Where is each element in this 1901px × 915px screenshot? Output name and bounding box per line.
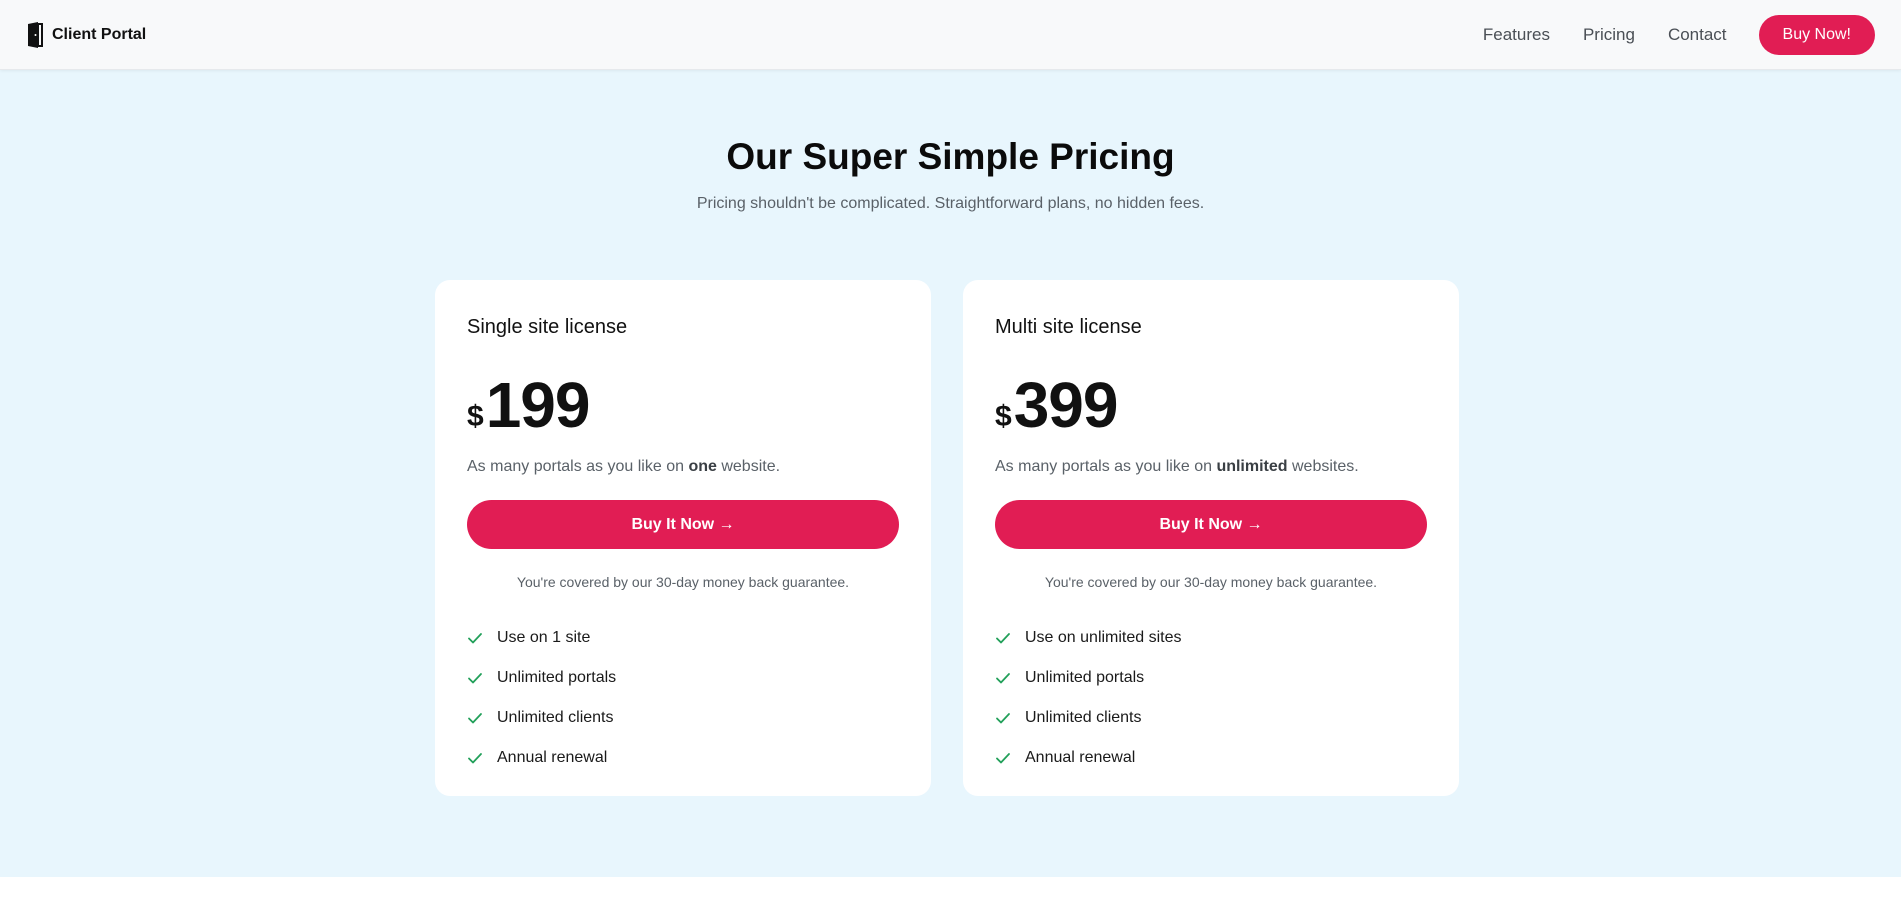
- currency-symbol: $: [467, 400, 484, 433]
- nav-link-contact[interactable]: Contact: [1668, 25, 1727, 45]
- feature-list: Use on 1 site Unlimited portals Unlimite…: [467, 618, 899, 778]
- buy-now-button[interactable]: Buy Now!: [1758, 14, 1875, 55]
- site-header: Client Portal Features Pricing Contact B…: [0, 0, 1901, 70]
- guarantee-note: You're covered by our 30-day money back …: [516, 574, 850, 590]
- brand[interactable]: Client Portal: [26, 21, 147, 48]
- door-icon: [28, 21, 43, 48]
- plan-description: As many portals as you like on one websi…: [467, 458, 899, 476]
- feature-label: Annual renewal: [497, 749, 608, 766]
- feature-list: Use on unlimited sites Unlimited portals…: [995, 618, 1427, 778]
- check-icon: [468, 753, 482, 764]
- price-amount: 399: [1013, 369, 1119, 441]
- plan-description-emphasis: one: [688, 458, 717, 475]
- check-icon: [996, 753, 1010, 764]
- main-nav: Features Pricing Contact Buy Now!: [1483, 14, 1875, 55]
- feature-item: Unlimited portals: [995, 658, 1427, 698]
- plan-description: As many portals as you like on unlimited…: [995, 458, 1427, 476]
- feature-item: Annual renewal: [995, 738, 1427, 778]
- feature-label: Unlimited portals: [497, 669, 617, 686]
- feature-label: Annual renewal: [1025, 749, 1136, 766]
- pricing-card-multi: Multi site license $ 399 As many portals…: [963, 280, 1459, 796]
- plan-description-prefix: As many portals as you like on: [995, 458, 1217, 475]
- brand-name: Client Portal: [52, 25, 147, 43]
- plan-price: $ 199: [467, 369, 899, 441]
- feature-label: Unlimited portals: [1025, 669, 1145, 686]
- pricing-section: Our Super Simple Pricing Pricing shouldn…: [0, 70, 1901, 877]
- plan-description-suffix: websites.: [1287, 458, 1359, 475]
- buy-it-now-button[interactable]: Buy It Now →: [467, 500, 899, 549]
- feature-item: Unlimited clients: [467, 698, 899, 738]
- check-icon: [996, 673, 1010, 684]
- feature-label: Unlimited clients: [497, 709, 614, 726]
- nav-link-pricing[interactable]: Pricing: [1583, 25, 1635, 45]
- feature-item: Use on unlimited sites: [995, 618, 1427, 658]
- page-subtitle: Pricing shouldn't be complicated. Straig…: [696, 195, 1205, 212]
- feature-item: Annual renewal: [467, 738, 899, 778]
- check-icon: [468, 713, 482, 724]
- feature-item: Use on 1 site: [467, 618, 899, 658]
- guarantee-note: You're covered by our 30-day money back …: [1044, 574, 1378, 590]
- nav-link-features[interactable]: Features: [1483, 25, 1550, 45]
- plan-description-suffix: website.: [716, 458, 781, 475]
- feature-label: Use on unlimited sites: [1025, 629, 1182, 646]
- buy-it-now-button[interactable]: Buy It Now →: [995, 500, 1427, 549]
- page-title: Our Super Simple Pricing: [726, 136, 1175, 177]
- check-icon: [468, 673, 482, 684]
- pricing-card-single: Single site license $ 199 As many portal…: [435, 280, 931, 796]
- page-bottom: [0, 877, 1901, 915]
- plan-description-prefix: As many portals as you like on: [467, 458, 689, 475]
- plan-price: $ 399: [995, 369, 1427, 441]
- feature-item: Unlimited portals: [467, 658, 899, 698]
- check-icon: [468, 633, 482, 644]
- plan-name: Single site license: [467, 316, 628, 338]
- feature-label: Unlimited clients: [1025, 709, 1142, 726]
- check-icon: [996, 633, 1010, 644]
- plan-description-emphasis: unlimited: [1216, 458, 1288, 475]
- plan-name: Multi site license: [995, 316, 1142, 338]
- feature-item: Unlimited clients: [995, 698, 1427, 738]
- feature-label: Use on 1 site: [497, 629, 591, 646]
- check-icon: [996, 713, 1010, 724]
- price-amount: 199: [485, 369, 591, 441]
- currency-symbol: $: [995, 400, 1012, 433]
